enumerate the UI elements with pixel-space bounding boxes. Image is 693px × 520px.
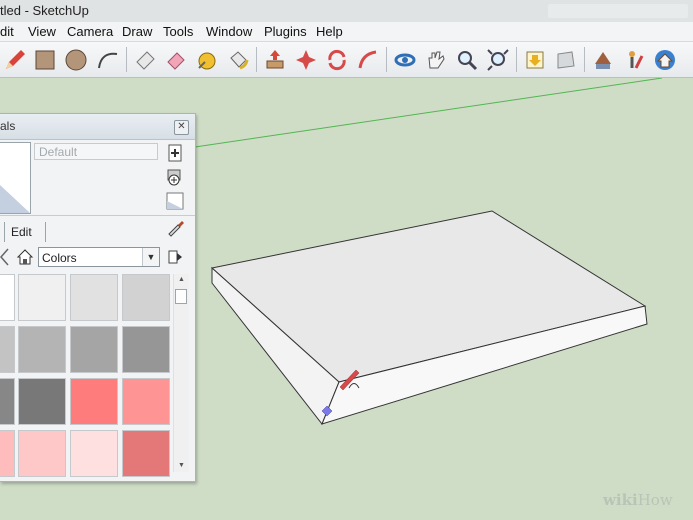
- home-icon[interactable]: [14, 247, 36, 267]
- rotate-tool-icon[interactable]: [322, 45, 351, 74]
- color-swatch[interactable]: [70, 430, 118, 477]
- materials-panel-header: als ✕: [0, 114, 195, 140]
- color-swatch[interactable]: [18, 274, 66, 321]
- scrollbar-thumb[interactable]: [175, 289, 187, 304]
- follow-me-tool-icon[interactable]: [353, 45, 382, 74]
- share-model-icon[interactable]: [551, 45, 580, 74]
- color-swatch[interactable]: [70, 326, 118, 373]
- window-title: tled - SketchUp: [0, 3, 89, 18]
- title-bar-blurred-tab: [548, 4, 688, 18]
- arc-tool-icon[interactable]: [92, 45, 121, 74]
- color-swatch[interactable]: [0, 430, 15, 477]
- toolbar-separator: [256, 47, 257, 72]
- menu-camera[interactable]: Camera: [67, 24, 113, 39]
- details-arrow-icon[interactable]: [165, 247, 185, 267]
- close-icon[interactable]: ✕: [174, 120, 189, 135]
- get-models-icon[interactable]: [520, 45, 549, 74]
- walk-icon[interactable]: [650, 45, 679, 74]
- title-bar: tled - SketchUp: [0, 0, 693, 23]
- menu-plugins[interactable]: Plugins: [264, 24, 307, 39]
- move-tool-icon[interactable]: [291, 45, 320, 74]
- menu-tools[interactable]: Tools: [163, 24, 193, 39]
- chevron-down-icon: ▼: [142, 248, 159, 266]
- sample-material-icon[interactable]: [165, 191, 185, 211]
- create-material-icon[interactable]: [165, 143, 185, 163]
- circle-tool-icon[interactable]: [61, 45, 90, 74]
- color-swatch[interactable]: [0, 274, 15, 321]
- material-preview: [0, 142, 31, 214]
- add-to-model-icon[interactable]: [165, 167, 185, 187]
- color-swatch[interactable]: [18, 326, 66, 373]
- rectangle-tool-icon[interactable]: [30, 45, 59, 74]
- wikihow-watermark: wikiHow: [603, 491, 673, 509]
- pencil-tool-icon[interactable]: [0, 45, 29, 74]
- scroll-up-icon[interactable]: ▲: [174, 274, 189, 286]
- materials-panel: als ✕ Default Edit Colors ▼ ▲ ▼: [0, 113, 196, 482]
- color-swatch[interactable]: [122, 326, 170, 373]
- color-swatch-grid: [0, 274, 172, 478]
- orbit-tool-icon[interactable]: [390, 45, 419, 74]
- color-swatch[interactable]: [70, 274, 118, 321]
- menu-edit[interactable]: dit: [0, 24, 14, 39]
- zoom-tool-icon[interactable]: [452, 45, 481, 74]
- eraser-tool-icon[interactable]: [130, 45, 159, 74]
- color-swatch[interactable]: [122, 378, 170, 425]
- color-swatch[interactable]: [18, 430, 66, 477]
- tape-measure-tool-icon[interactable]: [192, 45, 221, 74]
- color-swatch[interactable]: [0, 326, 15, 373]
- push-pull-tool-icon[interactable]: [260, 45, 289, 74]
- paint-bucket-tool-icon[interactable]: [161, 45, 190, 74]
- color-swatch[interactable]: [70, 378, 118, 425]
- toolbar-separator: [126, 47, 127, 72]
- back-arrow-icon[interactable]: [0, 247, 10, 267]
- scroll-down-icon[interactable]: ▼: [174, 460, 189, 472]
- swatch-scrollbar[interactable]: ▲ ▼: [173, 274, 189, 472]
- main-toolbar: [0, 42, 693, 78]
- components-icon[interactable]: [588, 45, 617, 74]
- paint-tool-icon[interactable]: [223, 45, 252, 74]
- menu-window[interactable]: Window: [206, 24, 252, 39]
- toolbar-separator: [584, 47, 585, 72]
- color-swatch[interactable]: [18, 378, 66, 425]
- toolbar-separator: [386, 47, 387, 72]
- toolbar-separator: [516, 47, 517, 72]
- menu-bar: dit View Camera Draw Tools Window Plugin…: [0, 22, 693, 42]
- zoom-extents-tool-icon[interactable]: [483, 45, 512, 74]
- menu-draw[interactable]: Draw: [122, 24, 152, 39]
- materials-panel-title: als: [0, 119, 16, 133]
- collection-dropdown[interactable]: Colors ▼: [38, 247, 160, 267]
- tab-edit[interactable]: Edit: [4, 222, 46, 242]
- green-axis-line: [194, 78, 663, 148]
- menu-help[interactable]: Help: [316, 24, 343, 39]
- color-swatch[interactable]: [122, 274, 170, 321]
- eyedropper-icon[interactable]: [165, 218, 185, 238]
- pan-tool-icon[interactable]: [421, 45, 450, 74]
- menu-view[interactable]: View: [28, 24, 56, 39]
- color-swatch[interactable]: [0, 378, 15, 425]
- collection-dropdown-value: Colors: [42, 251, 77, 265]
- position-camera-icon[interactable]: [619, 45, 648, 74]
- material-name-field[interactable]: Default: [34, 143, 158, 160]
- color-swatch[interactable]: [122, 430, 170, 477]
